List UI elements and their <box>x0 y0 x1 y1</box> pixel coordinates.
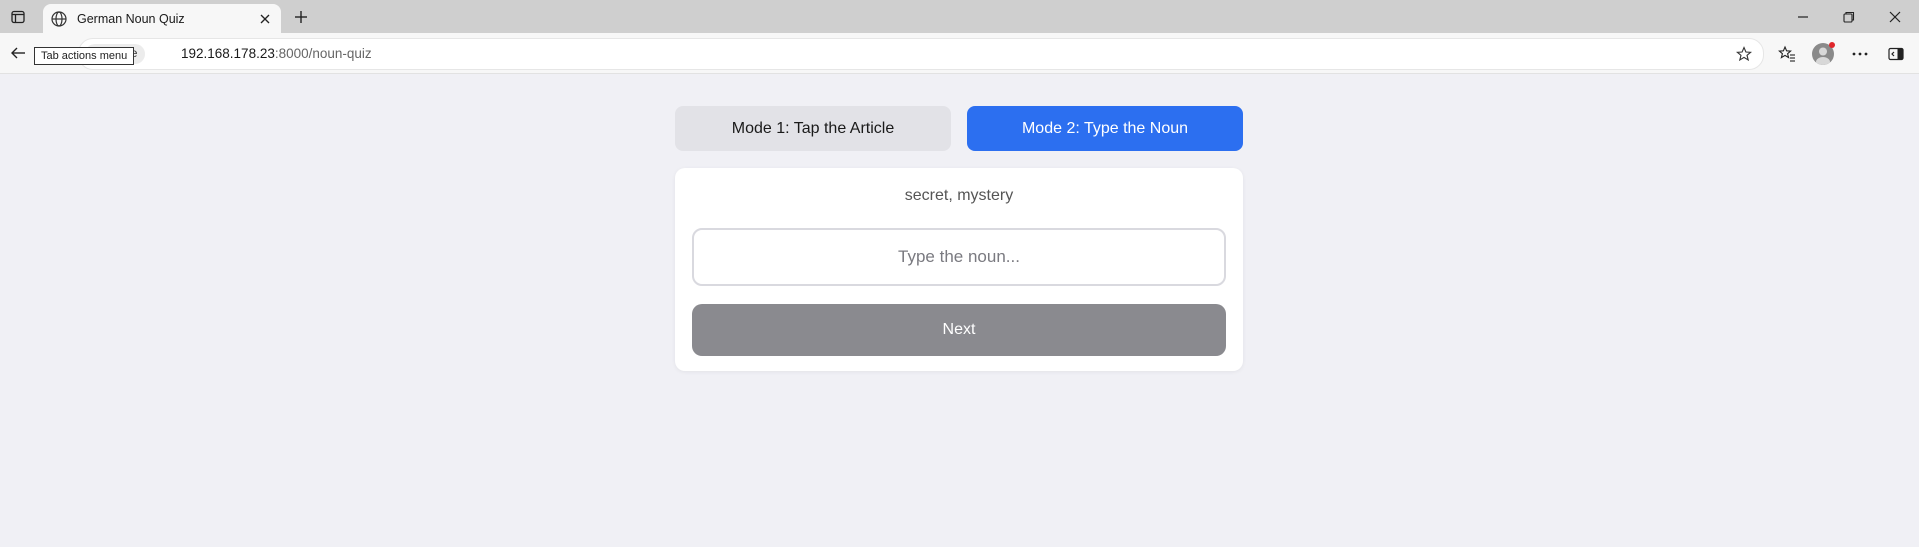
next-button[interactable]: Next <box>692 304 1226 356</box>
new-tab-icon[interactable] <box>290 6 312 28</box>
mode-1-button[interactable]: Mode 1: Tap the Article <box>675 106 951 151</box>
address-bar[interactable]: cure 192.168.178.23:8000/noun-quiz <box>78 38 1764 70</box>
tab-title: German Noun Quiz <box>77 11 185 26</box>
noun-prompt: secret, mystery <box>904 187 1014 204</box>
url-text[interactable]: 192.168.178.23:8000/noun-quiz <box>181 39 372 69</box>
mode-switcher: Mode 1: Tap the Article Mode 2: Type the… <box>675 106 1243 151</box>
mode-2-button[interactable]: Mode 2: Type the Noun <box>967 106 1243 151</box>
restore-icon[interactable] <box>1838 6 1860 28</box>
tab-actions-icon[interactable] <box>8 7 28 27</box>
page-body: Mode 1: Tap the Article Mode 2: Type the… <box>0 74 1919 547</box>
minimize-icon[interactable] <box>1792 6 1814 28</box>
sidebar-toggle-icon[interactable] <box>1885 43 1907 65</box>
browser-tab[interactable]: German Noun Quiz <box>43 4 281 33</box>
globe-icon <box>50 10 68 28</box>
favorite-star-icon[interactable] <box>1735 45 1753 63</box>
tab-actions-tooltip: Tab actions menu <box>34 47 135 65</box>
window-close-icon[interactable] <box>1884 6 1906 28</box>
close-icon[interactable] <box>257 11 273 27</box>
url-host: 192.168.178.23 <box>181 46 275 61</box>
favorites-icon[interactable] <box>1776 43 1798 65</box>
url-path: :8000/noun-quiz <box>274 46 372 61</box>
browser-toolbar: cure 192.168.178.23:8000/noun-quiz <box>0 33 1919 74</box>
quiz-card: secret, mystery Next <box>675 168 1243 371</box>
noun-input[interactable] <box>692 228 1226 286</box>
notification-dot <box>1829 42 1835 48</box>
back-arrow-icon[interactable] <box>8 43 28 63</box>
more-options-icon[interactable] <box>1849 43 1871 65</box>
tab-strip: German Noun Quiz <box>0 0 1919 33</box>
